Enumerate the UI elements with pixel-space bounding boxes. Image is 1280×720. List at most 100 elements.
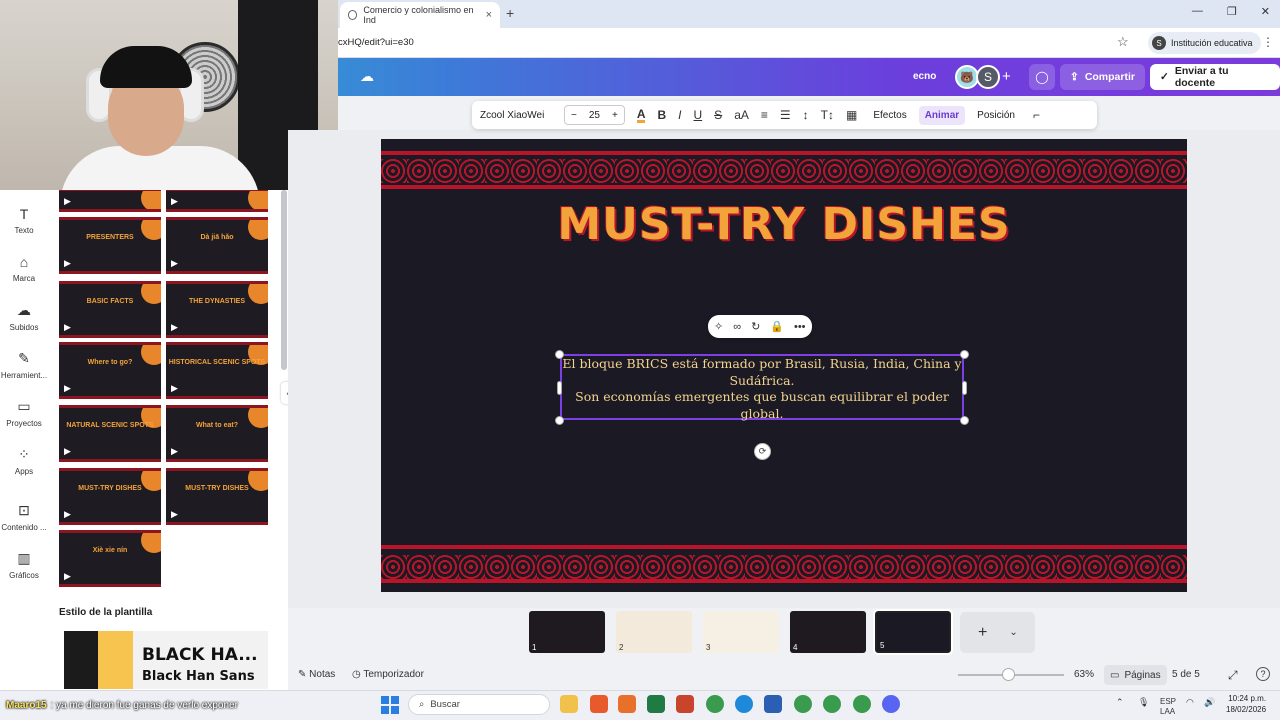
url-field[interactable]: cxHQ/edit?ui=e30	[338, 37, 414, 48]
template-thumbnail[interactable]: NATURAL SCENIC SPOTS ▶	[59, 405, 161, 462]
minimize-icon[interactable]: —	[1192, 5, 1203, 18]
microphone-icon[interactable]: 🎙	[1138, 697, 1149, 708]
restore-icon[interactable]: ❐	[1227, 5, 1237, 18]
slide-body-text[interactable]: El bloque BRICS está formado por Brasil,…	[562, 356, 962, 422]
bold-icon[interactable]: B	[657, 108, 666, 122]
word-icon[interactable]	[764, 695, 782, 713]
file-explorer-icon[interactable]	[560, 695, 578, 713]
increase-size-button[interactable]: +	[612, 110, 618, 121]
paint-format-icon[interactable]: ⌐	[1033, 108, 1040, 122]
link-icon[interactable]: ∞	[733, 321, 741, 333]
notes-button[interactable]: ✎ Notas	[298, 669, 335, 680]
template-thumbnail[interactable]: PRESENTERS ▶	[59, 217, 161, 274]
template-thumbnail[interactable]: Xiè xie nín ▶	[59, 530, 161, 587]
browser-menu-icon[interactable]: ⋮	[1262, 35, 1274, 49]
panel-scrollbar[interactable]	[281, 190, 287, 370]
rail-item-proyectos[interactable]: ▭ Proyectos	[0, 398, 48, 428]
wifi-icon[interactable]: ◠	[1186, 697, 1194, 708]
rail-item-marca[interactable]: ⌂ Marca	[0, 254, 48, 283]
chrome-profile-icon[interactable]	[853, 695, 871, 713]
rail-item-apps[interactable]: ⁘ Apps	[0, 446, 48, 476]
transparency-icon[interactable]: ▦	[846, 108, 857, 122]
list-icon[interactable]: ☰	[780, 108, 791, 122]
font-size-value[interactable]: 25	[589, 110, 600, 121]
template-thumbnail[interactable]: HISTORICAL SCENIC SPOTS ▶	[166, 342, 268, 399]
page-thumb-3[interactable]: 3	[703, 611, 779, 653]
align-icon[interactable]: ≡	[761, 108, 768, 122]
strikethrough-icon[interactable]: S	[714, 108, 722, 122]
pages-button[interactable]: ▭ Páginas	[1104, 665, 1167, 685]
decrease-size-button[interactable]: −	[571, 110, 577, 121]
bookmark-star-icon[interactable]: ☆	[1117, 34, 1129, 50]
rotate-handle-icon[interactable]: ⟳	[754, 443, 771, 460]
template-thumbnail[interactable]: Where to go? ▶	[59, 342, 161, 399]
discord-icon[interactable]	[882, 695, 900, 713]
template-thumbnail[interactable]: Dà jiā hǎo ▶	[166, 217, 268, 274]
page-thumb-2[interactable]: 2	[616, 611, 692, 653]
close-window-icon[interactable]: ✕	[1261, 5, 1270, 18]
comment-icon[interactable]: ◯	[1029, 64, 1055, 90]
browser-tab[interactable]: Comercio y colonialismo en Ind ×	[340, 2, 500, 28]
send-to-teacher-button[interactable]: ✓ Enviar a tu docente	[1150, 64, 1280, 90]
rail-item-texto[interactable]: T Texto	[0, 206, 48, 235]
slide-title[interactable]: MUST-TRY DISHES	[381, 199, 1187, 250]
template-thumbnail[interactable]: ▶	[166, 188, 268, 212]
font-select[interactable]: Zcool XiaoWei	[480, 110, 558, 121]
user-avatar[interactable]: S	[976, 65, 1000, 89]
zoom-value[interactable]: 63%	[1074, 669, 1094, 680]
rail-item-graficos[interactable]: ▥ Gráficos	[0, 550, 48, 580]
fullscreen-icon[interactable]: ⤢	[1228, 668, 1238, 683]
template-thumbnail[interactable]: What to eat? ▶	[166, 405, 268, 462]
chrome-profile-icon[interactable]	[794, 695, 812, 713]
more-icon[interactable]: •••	[794, 321, 806, 333]
chrome-profile-icon[interactable]	[823, 695, 841, 713]
lock-icon[interactable]: 🔒	[770, 320, 784, 333]
animate-button[interactable]: Animar	[918, 105, 966, 125]
cloud-saved-icon[interactable]: ☁	[360, 68, 374, 85]
font-size-stepper[interactable]: − 25 +	[564, 105, 625, 125]
windows-start-icon[interactable]	[381, 696, 399, 714]
page-thumb-5[interactable]: 5	[873, 609, 953, 655]
volume-icon[interactable]: 🔊	[1204, 697, 1215, 708]
template-font-card[interactable]: BLACK HA... Black Han Sans	[64, 631, 268, 689]
template-thumbnail[interactable]: ▶	[59, 188, 161, 212]
side-handle[interactable]	[962, 381, 967, 395]
page-thumb-4[interactable]: 4	[790, 611, 866, 653]
excel-icon[interactable]	[647, 695, 665, 713]
chevron-down-icon[interactable]: ⌄	[1009, 627, 1017, 638]
profile-chip[interactable]: S Institución educativa	[1148, 32, 1261, 54]
edge-icon[interactable]	[735, 695, 753, 713]
magic-write-icon[interactable]: ✧	[714, 320, 723, 333]
powerpoint-icon[interactable]	[676, 695, 694, 713]
rail-item-subidos[interactable]: ☁ Subidos	[0, 302, 48, 332]
close-tab-icon[interactable]: ×	[486, 9, 492, 21]
tray-chevron-icon[interactable]: ⌃	[1116, 697, 1124, 708]
template-thumbnail[interactable]: BASIC FACTS ▶	[59, 281, 161, 338]
taskbar-search[interactable]: ⌕ Buscar	[408, 694, 550, 715]
text-size-icon[interactable]: T↕	[821, 108, 834, 122]
spacing-icon[interactable]: ↕	[803, 108, 809, 122]
add-page-button[interactable]: + ⌄	[960, 612, 1035, 653]
system-clock[interactable]: 10:24 p.m. 18/02/2026	[1226, 693, 1266, 715]
refresh-icon[interactable]: ↻	[751, 320, 760, 333]
language-indicator[interactable]: ESP LAA	[1160, 697, 1176, 717]
template-thumbnail[interactable]: MUST-TRY DISHES ▶	[59, 468, 161, 525]
case-icon[interactable]: aA	[734, 108, 749, 122]
italic-icon[interactable]: I	[678, 108, 681, 122]
template-thumbnail[interactable]: MUST-TRY DISHES ▶	[166, 468, 268, 525]
template-thumbnail[interactable]: THE DYNASTIES ▶	[166, 281, 268, 338]
firefox-icon[interactable]	[618, 695, 636, 713]
page-thumb-1[interactable]: 1	[529, 611, 605, 653]
zoom-slider-knob[interactable]	[1002, 668, 1015, 681]
underline-icon[interactable]: U	[694, 108, 703, 122]
timer-button[interactable]: ◷ Temporizador	[352, 669, 424, 680]
chrome-icon[interactable]	[706, 695, 724, 713]
effects-button[interactable]: Efectos	[873, 110, 906, 121]
rail-item-herramientas[interactable]: ✎ Herramient...	[0, 350, 48, 380]
text-color-icon[interactable]: A	[636, 108, 646, 123]
rail-item-contenido[interactable]: ⊡ Contenido ...	[0, 502, 48, 532]
add-collaborator-icon[interactable]: +	[1002, 68, 1011, 85]
position-button[interactable]: Posición	[977, 110, 1015, 121]
brave-icon[interactable]	[590, 695, 608, 713]
help-icon[interactable]: ?	[1256, 667, 1270, 681]
